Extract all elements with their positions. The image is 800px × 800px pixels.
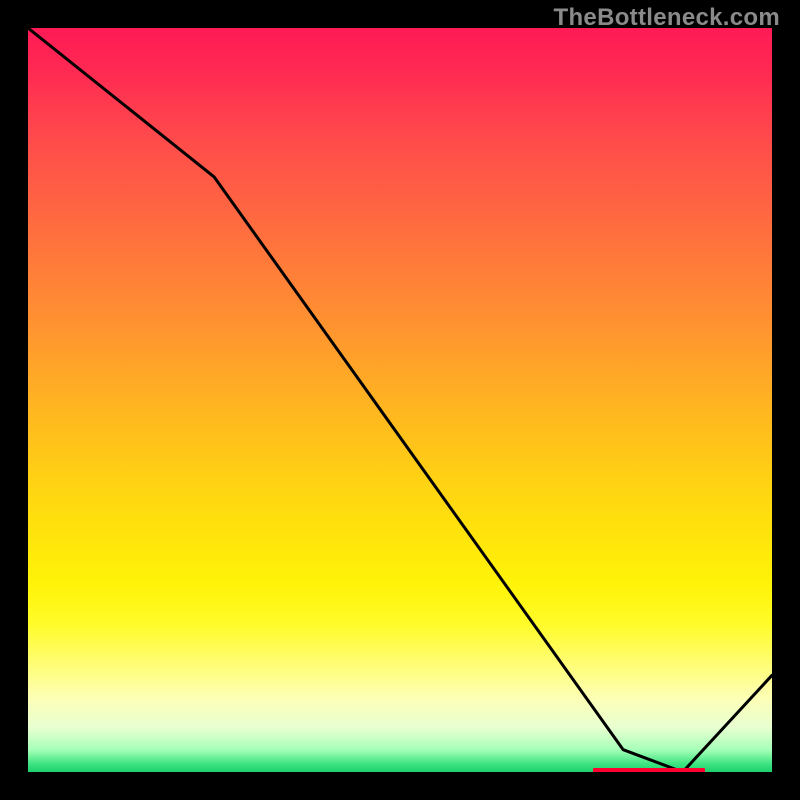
series-curve <box>28 28 772 772</box>
chart-frame: TheBottleneck.com <box>0 0 800 800</box>
plot-area <box>28 28 772 772</box>
line-plot <box>28 28 772 772</box>
minimum-marker <box>593 768 705 772</box>
